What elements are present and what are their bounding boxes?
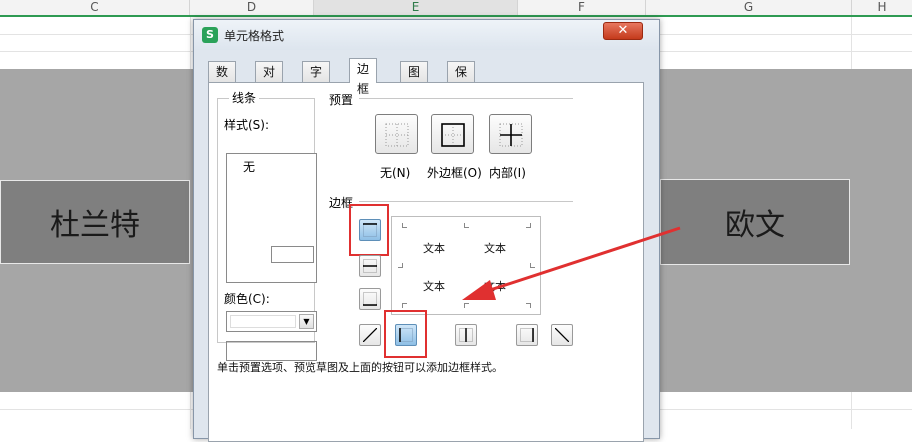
preset-inside-label: 内部(I) [489, 166, 526, 180]
line-style-sample[interactable] [271, 246, 314, 263]
tab-protection[interactable]: 保护 [447, 61, 476, 99]
border-bottom-button[interactable] [359, 288, 381, 310]
border-inside-horizontal-icon [363, 259, 377, 273]
column-header-h[interactable]: H [852, 0, 912, 15]
preview-corner-mark [526, 303, 531, 308]
border-diagonal-up-button[interactable] [359, 324, 381, 346]
line-group-title: 线条 [229, 89, 260, 106]
border-right-icon [520, 328, 534, 342]
tab-font[interactable]: 字体 [302, 61, 331, 99]
preview-corner-mark [464, 223, 469, 228]
border-none-icon [385, 123, 409, 147]
preset-inside-button[interactable] [489, 114, 532, 154]
preset-outline-button[interactable] [431, 114, 474, 154]
preview-corner-mark [402, 303, 407, 308]
column-header-c[interactable]: C [0, 0, 190, 15]
preview-text: 文本 [423, 280, 445, 293]
border-separator [359, 201, 573, 202]
border-inside-icon [499, 123, 523, 147]
highlight-box-left [384, 310, 427, 358]
close-button[interactable]: ✕ [603, 22, 643, 40]
preview-corner-mark [526, 223, 531, 228]
tab-alignment[interactable]: 对齐 [255, 61, 284, 99]
border-tab-panel: 线条 样式(S): 无 颜色(C): ▼ 预置 无(N) 外边框(O) 内部(I… [208, 82, 644, 442]
dialog-titlebar[interactable]: S 单元格格式 ✕ [194, 20, 659, 50]
preset-separator [359, 98, 573, 99]
border-outline-icon [441, 123, 465, 147]
border-inside-vertical-icon [459, 328, 473, 342]
preview-text: 文本 [484, 280, 506, 293]
column-header-d[interactable]: D [190, 0, 314, 15]
line-style-list[interactable]: 无 [226, 153, 317, 283]
color-swatch [230, 315, 296, 328]
tab-number[interactable]: 数字 [208, 61, 237, 99]
column-header-e[interactable]: E [314, 0, 518, 15]
highlight-box-top [349, 204, 389, 256]
preview-text: 文本 [484, 242, 506, 255]
format-cells-dialog: S 单元格格式 ✕ 数字 对齐 字体 边框 图案 保护 线条 样式(S): 无 … [193, 19, 660, 442]
preview-corner-mark [398, 263, 403, 268]
dialog-title: 单元格格式 [224, 29, 285, 43]
diagonal-down-icon [555, 328, 569, 342]
color-preview-box [226, 341, 317, 361]
preset-none-label: 无(N) [380, 166, 411, 180]
border-right-button[interactable] [516, 324, 538, 346]
preview-corner-mark [530, 263, 535, 268]
preview-text: 文本 [423, 242, 445, 255]
column-header-f[interactable]: F [518, 0, 646, 15]
color-dropdown[interactable]: ▼ [226, 311, 317, 332]
tab-pattern[interactable]: 图案 [400, 61, 429, 99]
diagonal-up-icon [363, 328, 377, 342]
preset-title: 预置 [329, 93, 354, 107]
border-middle-vertical-button[interactable] [455, 324, 477, 346]
color-label: 颜色(C): [224, 292, 270, 306]
cell-player-right[interactable]: 欧文 [660, 179, 850, 265]
preview-corner-mark [402, 223, 407, 228]
border-preview[interactable]: 文本 文本 文本 文本 [391, 216, 541, 315]
preview-corner-mark [464, 303, 469, 308]
preset-outline-label: 外边框(O) [427, 166, 482, 180]
tab-border[interactable]: 边框 [349, 58, 378, 96]
column-header-g[interactable]: G [646, 0, 852, 15]
style-label: 样式(S): [224, 118, 270, 132]
border-diagonal-down-button[interactable] [551, 324, 573, 346]
border-bottom-icon [363, 292, 377, 306]
border-middle-horizontal-button[interactable] [359, 255, 381, 277]
cell-player-left[interactable]: 杜兰特 [0, 180, 190, 264]
preset-none-button[interactable] [375, 114, 418, 154]
line-style-none-option[interactable]: 无 [243, 158, 255, 175]
chevron-down-icon[interactable]: ▼ [299, 314, 314, 329]
column-header-bar: C D E F G H [0, 0, 912, 17]
hint-text: 单击预置选项、预览草图及上面的按钮可以添加边框样式。 [217, 361, 503, 374]
wps-sheet-icon: S [202, 27, 218, 43]
